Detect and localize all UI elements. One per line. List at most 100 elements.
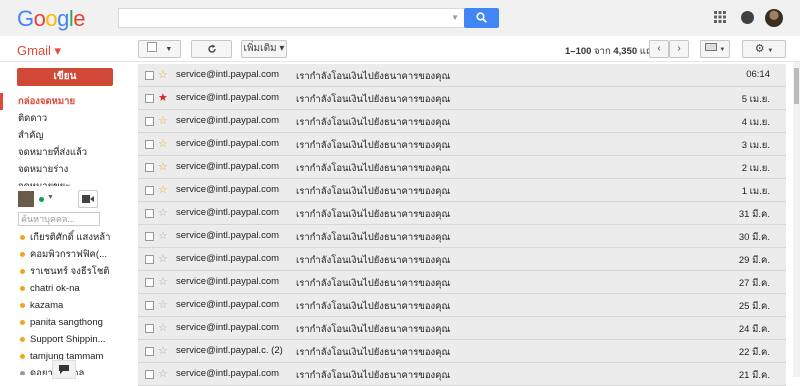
contact-item[interactable]: kazama — [18, 297, 136, 314]
mail-row[interactable]: ☆ service@intl.paypal.com เรากำลังโอนเงินไ… — [138, 225, 786, 248]
star-icon[interactable]: ☆ — [158, 206, 168, 219]
mail-row[interactable]: ☆ service@intl.paypal.c. (2) เรากำลังโอนเง… — [138, 340, 786, 363]
mail-subject: เรากำลังโอนเงินไปยังธนาคารของคุณ — [296, 94, 451, 105]
settings-button[interactable]: ⚙ ▼ — [742, 40, 786, 58]
mail-row[interactable]: ☆ service@intl.paypal.com เรากำลังโอนเงินไ… — [138, 294, 786, 317]
search-icon — [476, 12, 487, 23]
row-checkbox[interactable] — [145, 209, 154, 218]
mail-row[interactable]: ☆ service@intl.paypal.com เรากำลังโอนเงินไ… — [138, 133, 786, 156]
row-checkbox[interactable] — [145, 117, 154, 126]
video-call-button[interactable] — [78, 190, 98, 208]
contact-item[interactable]: chatri ok-na — [18, 280, 136, 297]
sidebar-item[interactable]: ติดดาว — [0, 110, 138, 127]
mail-row[interactable]: ☆ service@intl.paypal.com เรากำลังโอนเงินไ… — [138, 363, 786, 386]
row-checkbox[interactable] — [145, 232, 154, 241]
notifications-icon[interactable] — [741, 11, 754, 24]
row-checkbox[interactable] — [145, 324, 154, 333]
range-total: 4,350 — [613, 46, 638, 57]
mail-date: 5 เม.ย. — [741, 94, 770, 105]
mail-subject: เรากำลังโอนเงินไปยังธนาคารของคุณ — [296, 347, 451, 358]
star-icon[interactable]: ☆ — [158, 137, 168, 150]
mail-row[interactable]: ☆ service@intl.paypal.com เรากำลังโอนเงินไ… — [138, 156, 786, 179]
search-options-icon[interactable]: ▼ — [451, 13, 459, 22]
prev-page-button[interactable]: ‹ — [649, 40, 669, 58]
refresh-icon — [207, 44, 216, 53]
mail-row[interactable]: ☆ service@intl.paypal.com เรากำลังโอนเงินไ… — [138, 110, 786, 133]
search-button[interactable] — [464, 8, 499, 28]
row-checkbox[interactable] — [145, 301, 154, 310]
mail-row[interactable]: ☆ service@intl.paypal.com เรากำลังโอนเงินไ… — [138, 317, 786, 340]
scrollbar-thumb[interactable] — [794, 68, 799, 104]
mail-row[interactable]: ☆ service@intl.paypal.com เรากำลังโอนเงินไ… — [138, 202, 786, 225]
mail-row[interactable]: ☆ service@intl.paypal.com เรากำลังโอนเงินไ… — [138, 64, 786, 87]
select-checkbox-button[interactable]: ▼ — [138, 40, 181, 58]
mail-date: 06:14 — [746, 69, 770, 80]
row-checkbox[interactable] — [145, 347, 154, 356]
sidebar-item[interactable]: จดหมายร่าง — [0, 161, 138, 178]
next-page-button[interactable]: › — [669, 40, 689, 58]
mail-subject: เรากำลังโอนเงินไปยังธนาคารของคุณ — [296, 301, 451, 312]
search-input[interactable]: ▼ — [118, 8, 465, 28]
hangouts-avatar[interactable] — [18, 191, 34, 207]
mail-subject: เรากำลังโอนเงินไปยังธนาคารของคุณ — [296, 71, 451, 82]
contact-item[interactable]: panita sangthong — [18, 314, 136, 331]
sidebar-item[interactable]: จดหมายขยะ — [0, 178, 138, 186]
mail-row[interactable]: ☆ service@intl.paypal.com เรากำลังโอนเงินไ… — [138, 271, 786, 294]
sidebar-item[interactable]: สำคัญ — [0, 127, 138, 144]
more-button[interactable]: เพิ่มเติม ▾ — [241, 40, 287, 58]
mail-subject: เรากำลังโอนเงินไปยังธนาคารของคุณ — [296, 232, 451, 243]
star-icon[interactable]: ☆ — [158, 275, 168, 288]
star-icon[interactable]: ☆ — [158, 68, 168, 81]
mail-sender: service@intl.paypal.com — [176, 368, 280, 379]
mail-date: 3 เม.ย. — [741, 140, 770, 151]
people-search-input[interactable]: ค้นหาบุคคล... — [18, 212, 100, 226]
mail-subject: เรากำลังโอนเงินไปยังธนาคารของคุณ — [296, 255, 451, 266]
contact-item[interactable]: เกียรติศักดิ์ แสงหล้า — [18, 229, 136, 246]
account-avatar[interactable] — [765, 9, 783, 27]
row-checkbox[interactable] — [145, 255, 154, 264]
row-checkbox[interactable] — [145, 71, 154, 80]
input-tools-button[interactable]: ▼ — [700, 40, 730, 58]
star-icon[interactable]: ☆ — [158, 344, 168, 357]
row-checkbox[interactable] — [145, 278, 154, 287]
sidebar-item[interactable]: กล่องจดหมาย — [0, 93, 138, 110]
gmail-menu[interactable]: Gmail ▾ — [17, 43, 61, 59]
mail-row[interactable]: ★ service@intl.paypal.com เรากำลังโอนเงินไ… — [138, 87, 786, 110]
mail-row[interactable]: ☆ service@intl.paypal.com เรากำลังโอนเงินไ… — [138, 179, 786, 202]
contact-item[interactable]: ดอยา วิชัยกุล — [18, 365, 136, 375]
star-icon[interactable]: ☆ — [158, 367, 168, 380]
contact-item[interactable]: คอมพิวกราฟฟิค(... — [18, 246, 136, 263]
star-icon[interactable]: ☆ — [158, 229, 168, 242]
star-icon[interactable]: ☆ — [158, 114, 168, 127]
star-icon[interactable]: ☆ — [158, 321, 168, 334]
star-icon[interactable]: ☆ — [158, 160, 168, 173]
mail-subject: เรากำลังโอนเงินไปยังธนาคารของคุณ — [296, 186, 451, 197]
contact-item[interactable]: Support Shippin... — [18, 331, 136, 348]
contact-item[interactable]: tamjung tammam — [18, 348, 136, 365]
mail-subject: เรากำลังโอนเงินไปยังธนาคารของคุณ — [296, 324, 451, 335]
compose-button[interactable]: เขียน — [17, 68, 113, 86]
chat-button[interactable] — [52, 360, 76, 379]
star-icon[interactable]: ☆ — [158, 183, 168, 196]
chevron-down-icon[interactable]: ▼ — [47, 194, 54, 201]
apps-grid-icon[interactable] — [714, 11, 726, 23]
mail-date: 4 เม.ย. — [741, 117, 770, 128]
row-checkbox[interactable] — [145, 94, 154, 103]
video-camera-icon — [82, 195, 94, 203]
google-logo[interactable]: Google — [17, 6, 86, 32]
mail-date: 24 มี.ค. — [738, 324, 770, 335]
star-icon[interactable]: ☆ — [158, 252, 168, 265]
row-checkbox[interactable] — [145, 163, 154, 172]
refresh-button[interactable] — [191, 40, 232, 58]
row-checkbox[interactable] — [145, 140, 154, 149]
row-checkbox[interactable] — [145, 370, 154, 379]
gear-icon: ⚙ — [754, 43, 765, 55]
star-icon[interactable]: ★ — [158, 91, 168, 104]
sidebar-item[interactable]: จดหมายที่ส่งแล้ว — [0, 144, 138, 161]
scrollbar[interactable] — [793, 62, 800, 377]
row-checkbox[interactable] — [145, 186, 154, 195]
range-middle: จาก — [591, 46, 614, 57]
star-icon[interactable]: ☆ — [158, 298, 168, 311]
mail-row[interactable]: ☆ service@intl.paypal.com เรากำลังโอนเงินไ… — [138, 248, 786, 271]
contact-item[interactable]: ราเชนทร์ จงธีรโชติ — [18, 263, 136, 280]
